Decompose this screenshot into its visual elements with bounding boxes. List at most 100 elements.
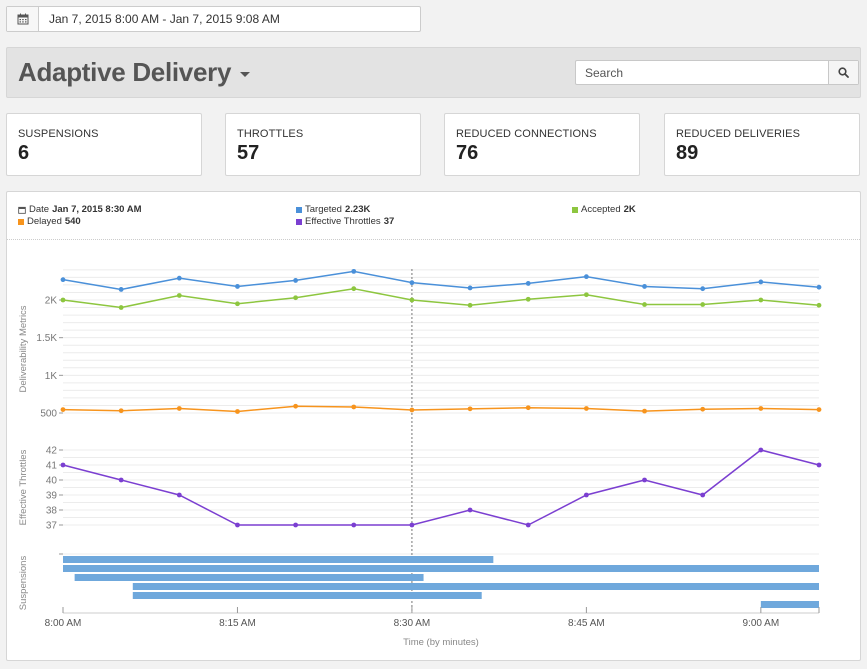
legend-targeted-label: Targeted [305,204,342,215]
legend-effective-throttles[interactable]: Effective Throttles 37 [296,216,394,227]
legend-targeted[interactable]: Targeted 2.23K [296,204,370,215]
data-point [525,522,531,528]
search-input[interactable] [576,61,828,84]
suspension-bar [132,592,482,599]
y-axis-label: Deliverability Metrics [18,305,29,392]
stat-card-reduced-connections: REDUCED CONNECTIONS 76 [444,113,640,176]
data-point [525,405,531,411]
data-point [60,407,66,413]
y-tick-label: 500 [40,409,57,420]
data-point [293,278,299,283]
data-point [351,268,357,274]
data-point [758,279,764,285]
y-tick-label: 41 [46,461,58,472]
data-point [118,408,124,414]
data-point [235,409,240,414]
suspension-bar [760,601,819,608]
legend-swatch [572,206,578,213]
search-box [575,60,859,85]
date-range-value: Jan 7, 2015 8:00 AM - Jan 7, 2015 9:08 A… [49,12,280,26]
legend-accepted-label: Accepted [581,204,621,215]
legend-date-label: Date [29,204,50,215]
suspension-bar [74,574,424,581]
page-header: Adaptive Delivery [6,47,861,98]
legend-accepted[interactable]: Accepted 2K [572,204,636,215]
data-point [235,522,240,528]
data-point [467,406,473,412]
data-point [816,302,822,308]
data-point [525,281,531,286]
data-point [467,285,473,291]
chart-legend: Date Jan 7, 2015 8:30 AM Targeted 2.23K … [7,192,860,240]
x-axis-label: Time (by minutes) [403,637,479,648]
stat-card-reduced-deliveries: REDUCED DELIVERIES 89 [664,113,860,176]
data-point [583,292,589,298]
data-point [176,406,182,411]
stat-card-throttles: THROTTLES 57 [225,113,421,176]
legend-delayed-label: Delayed [27,216,62,227]
data-point [351,404,357,410]
data-point [758,297,764,303]
data-point [60,462,66,468]
stat-value: 6 [18,142,30,164]
data-point [758,447,764,453]
data-point [700,406,706,412]
stat-label: THROTTLES [237,128,304,140]
data-point [60,297,66,303]
data-point [409,407,415,413]
legend-effective-throttles-value: 37 [383,216,395,227]
data-point [642,477,647,483]
search-button[interactable] [828,61,858,84]
data-point [409,280,415,286]
chart-panel: Date Jan 7, 2015 8:30 AM Targeted 2.23K … [6,191,861,661]
stat-value: 57 [237,142,260,164]
data-point [583,274,589,280]
data-point [351,522,357,528]
legend-targeted-value: 2.23K [344,204,371,215]
legend-effective-throttles-label: Effective Throttles [305,216,381,227]
legend-delayed[interactable]: Delayed 540 [18,216,81,227]
data-point [176,492,182,498]
calendar-icon[interactable] [7,7,39,31]
data-point [700,286,706,292]
legend-date: Date Jan 7, 2015 8:30 AM [18,204,142,215]
page-title: Adaptive Delivery [18,57,232,87]
y-tick-label: 42 [46,446,58,457]
data-point [758,406,764,411]
delivery-chart[interactable]: 500 1K 1.5K 2K Deliverability Metrics 37 38 39 4… [7,241,860,661]
legend-swatch [296,206,302,213]
data-point [816,407,822,413]
data-point [816,284,822,290]
data-point [583,492,589,498]
stat-label: REDUCED CONNECTIONS [456,128,597,140]
y-axis-label: Effective Throttles [18,449,29,525]
series-line-targeted [62,270,820,291]
data-point [642,302,647,307]
page-title-dropdown[interactable]: Adaptive Delivery [18,57,251,88]
y-tick-label: 39 [46,491,58,502]
data-point [525,296,531,302]
suspension-bar [63,565,819,572]
data-point [351,286,357,292]
legend-delayed-value: 540 [64,216,81,227]
date-range-picker[interactable]: Jan 7, 2015 8:00 AM - Jan 7, 2015 9:08 A… [6,6,421,32]
y-tick-label: 1.5K [36,333,57,344]
x-tick-label: 8:00 AM [45,618,82,629]
y-tick-label: 37 [46,521,58,532]
data-point [409,522,415,528]
stat-value: 89 [676,142,699,164]
y-axis-label: Suspensions [18,556,29,611]
y-tick-label: 2K [45,296,58,307]
x-tick-label: 8:30 AM [394,618,431,629]
x-tick-label: 9:00 AM [742,618,779,629]
data-point [118,305,124,310]
caret-down-icon [240,72,251,77]
legend-swatch [18,218,24,225]
stat-value: 76 [456,142,479,164]
y-tick-label: 40 [46,476,58,487]
series-line-accepted [62,287,820,309]
legend-swatch [296,218,302,225]
stat-label: REDUCED DELIVERIES [676,128,801,140]
data-point [118,477,124,483]
data-point [816,462,822,468]
